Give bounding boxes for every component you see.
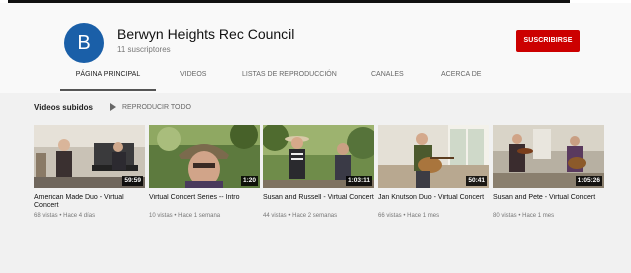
video-card[interactable]: 59:59 American Made Duo - Virtual Concer… xyxy=(34,125,145,219)
video-duration: 1:05:26 xyxy=(575,176,602,186)
video-thumbnail[interactable]: 1:20 xyxy=(149,125,260,188)
video-meta: 68 vistas • Hace 4 días xyxy=(34,213,96,219)
channel-name: Berwyn Heights Rec Council xyxy=(117,26,295,42)
video-card[interactable]: 1:05:26 Susan and Pete - Virtual Concert… xyxy=(493,125,604,219)
video-meta: 44 vistas • Hace 2 semanas xyxy=(263,213,338,219)
video-title[interactable]: American Made Duo - Virtual Concert xyxy=(34,194,145,210)
video-card[interactable]: 1:20 Virtual Concert Series -- Intro 10 … xyxy=(149,125,260,219)
play-all-button[interactable]: REPRODUCIR TODO xyxy=(110,103,191,111)
video-meta: 80 vistas • Hace 1 mes xyxy=(493,213,555,219)
tab-playlists[interactable]: LISTAS DE REPRODUCCIÓN xyxy=(242,69,337,91)
channel-avatar[interactable]: B xyxy=(64,23,104,63)
subscribe-button[interactable]: SUSCRIBIRSE xyxy=(516,30,580,52)
video-duration: 1:20 xyxy=(240,176,258,186)
tab-channels[interactable]: CANALES xyxy=(371,69,404,91)
tab-label: LISTAS DE REPRODUCCIÓN xyxy=(242,71,337,78)
video-thumbnail[interactable]: 59:59 xyxy=(34,125,145,188)
uploads-section: Videos subidos REPRODUCIR TODO 59:59 Ame… xyxy=(0,93,631,273)
video-thumbnail[interactable]: 1:05:26 xyxy=(493,125,604,188)
video-duration: 59:59 xyxy=(122,176,143,186)
video-title[interactable]: Virtual Concert Series -- Intro xyxy=(149,194,260,210)
video-duration: 1:03:11 xyxy=(345,176,372,186)
video-duration: 50:41 xyxy=(466,176,487,186)
tab-label: PÁGINA PRINCIPAL xyxy=(75,71,141,78)
video-thumbnail[interactable]: 1:03:11 xyxy=(263,125,374,188)
video-title[interactable]: Jan Knutson Duo - Virtual Concert xyxy=(378,194,489,210)
tab-label: VIDEOS xyxy=(180,71,207,78)
video-meta: 66 vistas • Hace 1 mes xyxy=(378,213,440,219)
video-thumbnail[interactable]: 50:41 xyxy=(378,125,489,188)
tab-label: ACERCA DE xyxy=(441,71,482,78)
section-title[interactable]: Videos subidos xyxy=(34,103,93,112)
tab-videos[interactable]: VIDEOS xyxy=(180,69,206,91)
channel-header: B Berwyn Heights Rec Council 11 suscript… xyxy=(0,3,631,93)
active-tab-indicator xyxy=(60,89,156,91)
tab-label: CANALES xyxy=(371,71,404,78)
tab-home[interactable]: PÁGINA PRINCIPAL xyxy=(60,69,156,91)
video-title[interactable]: Susan and Russell - Virtual Concert xyxy=(263,194,374,210)
play-icon xyxy=(110,103,116,111)
play-all-label: REPRODUCIR TODO xyxy=(122,103,191,111)
video-card[interactable]: 1:03:11 Susan and Russell - Virtual Conc… xyxy=(263,125,374,219)
tab-about[interactable]: ACERCA DE xyxy=(441,69,481,91)
subscriber-count: 11 suscriptores xyxy=(117,45,171,54)
video-card[interactable]: 50:41 Jan Knutson Duo - Virtual Concert … xyxy=(378,125,489,219)
video-meta: 10 vistas • Hace 1 semana xyxy=(149,213,221,219)
video-title[interactable]: Susan and Pete - Virtual Concert xyxy=(493,194,604,210)
